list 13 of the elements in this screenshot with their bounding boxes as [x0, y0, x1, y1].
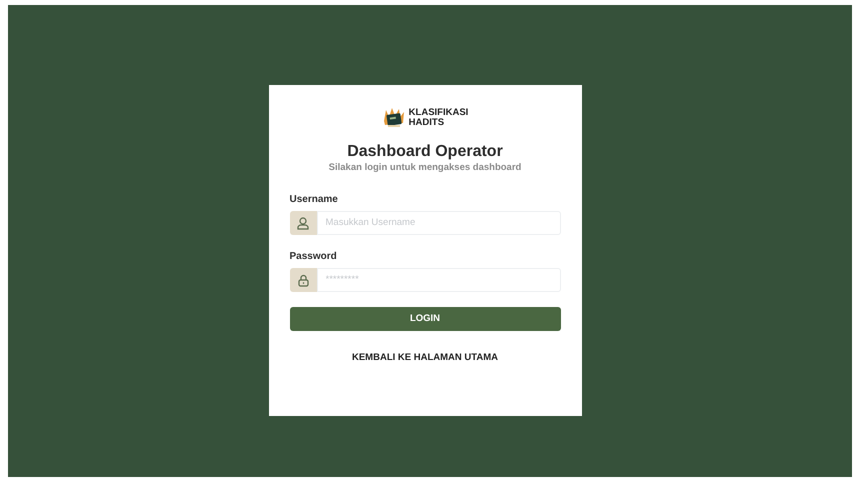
- text-field[interactable]: Masukkan Username: [316, 211, 560, 235]
- page-subtitle: Silakan login untuk mengakses dashboard: [328, 162, 522, 174]
- back-link[interactable]: KEMBALI KE HALAMAN UTAMA: [352, 351, 498, 366]
- field-label: Password: [290, 250, 338, 264]
- book-logo-icon: [382, 107, 406, 129]
- text-field[interactable]: *********: [316, 268, 560, 292]
- user-icon: [297, 216, 309, 230]
- field-label: Username: [290, 193, 339, 207]
- page-title: Dashboard Operator: [347, 142, 503, 162]
- logo-text: HADITS: [408, 118, 446, 128]
- login-button[interactable]: LOGIN: [290, 307, 560, 331]
- logo-text: KLASIFIKASI: [408, 108, 468, 118]
- lock-icon: [298, 274, 308, 286]
